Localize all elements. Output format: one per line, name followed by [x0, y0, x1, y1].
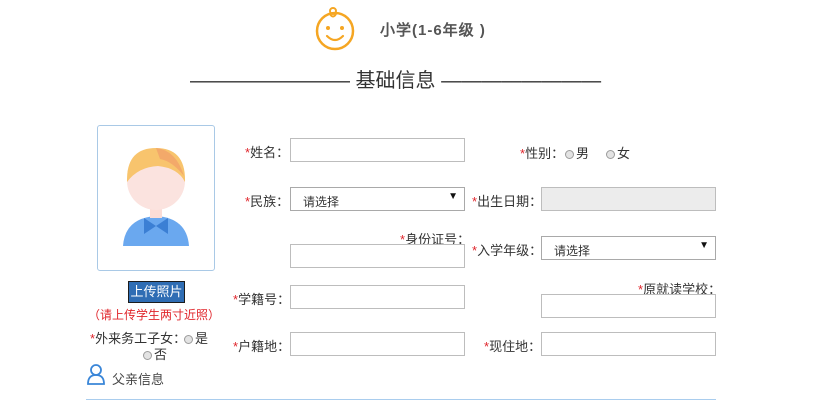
birthdate-label: *出生日期： [472, 194, 543, 209]
name-input[interactable] [290, 138, 465, 162]
dropdown-arrow-icon: ▼ [699, 240, 709, 251]
grade-label: *入学年级： [472, 243, 543, 258]
residence-label: *现住地： [484, 339, 542, 354]
upload-photo-button[interactable]: 上传照片 [128, 281, 185, 303]
migrant-label: *外来务工子女： [90, 331, 187, 346]
radio-button-icon [143, 351, 152, 361]
upload-photo-label: 上传照片 [130, 284, 183, 299]
ethnicity-label: *民族： [245, 194, 290, 209]
section-title: ———————— 基础信息 ———————— [190, 70, 602, 92]
birthdate-input[interactable] [541, 187, 716, 211]
school-level-title: 小学(1-6年级 ) [380, 22, 486, 39]
father-info-title: 父亲信息 [112, 372, 165, 387]
household-input[interactable] [290, 332, 465, 356]
migrant-yes-radio[interactable]: 是 [184, 328, 208, 347]
grade-select[interactable]: 请选择 ▼ [541, 236, 716, 260]
radio-button-icon [606, 150, 615, 160]
gender-label: *性别： [520, 146, 565, 161]
household-label: *户籍地： [233, 339, 291, 354]
student-no-label: *学籍号： [233, 292, 291, 307]
dropdown-arrow-icon: ▼ [448, 191, 458, 202]
section-divider [86, 399, 716, 400]
radio-button-icon [184, 335, 193, 345]
person-icon [86, 363, 106, 385]
baby-face-icon [312, 6, 358, 52]
child-avatar-icon [123, 148, 189, 246]
name-label: *姓名： [245, 145, 290, 160]
radio-button-icon [565, 150, 574, 160]
migrant-no-radio[interactable]: 否 [143, 344, 167, 363]
gender-female-radio[interactable]: 女 [606, 143, 630, 162]
student-no-input[interactable] [290, 285, 465, 309]
residence-input[interactable] [541, 332, 716, 356]
photo-hint: （请上传学生两寸近照） [88, 308, 221, 322]
idcard-input[interactable] [290, 244, 465, 268]
photo-placeholder[interactable] [97, 125, 215, 271]
prev-school-input[interactable] [541, 294, 716, 318]
gender-male-radio[interactable]: 男 [565, 143, 589, 162]
ethnicity-select[interactable]: 请选择 ▼ [290, 187, 465, 211]
